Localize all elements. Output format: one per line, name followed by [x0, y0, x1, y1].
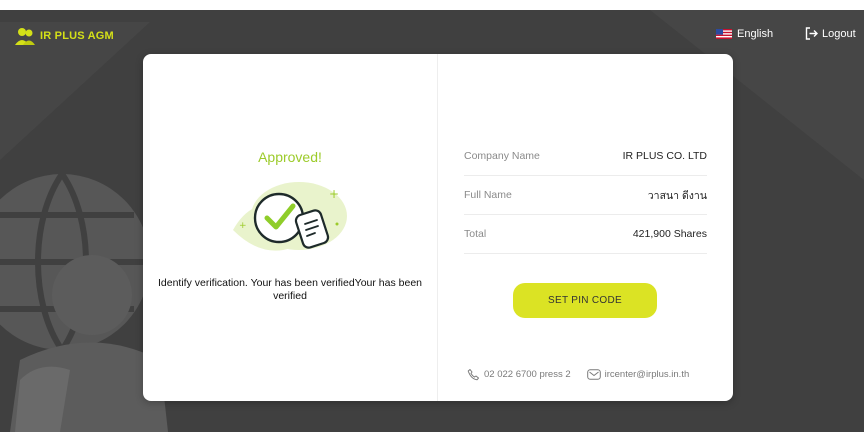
- full-name-label: Full Name: [464, 189, 512, 201]
- logo[interactable]: IR PLUS AGM: [14, 25, 114, 47]
- logout-icon: [805, 27, 818, 40]
- contact-info: 02 022 6700 press 2 ircenter@irplus.in.t…: [467, 368, 689, 381]
- full-name-value: วาสนา ดีงาน: [647, 189, 707, 202]
- logo-text: IR PLUS AGM: [40, 30, 114, 42]
- approved-title: Approved!: [258, 149, 322, 165]
- svg-text:+: +: [329, 187, 339, 201]
- phone-number[interactable]: 02 022 6700 press 2: [484, 369, 571, 380]
- email-address[interactable]: ircenter@irplus.in.th: [605, 369, 690, 380]
- svg-text:+: +: [239, 221, 247, 231]
- logo-icon: [15, 28, 35, 45]
- verification-card: Approved! + + Identify verification. You…: [143, 54, 733, 401]
- info-row-full-name: Full Name วาสนา ดีงาน: [464, 176, 707, 215]
- info-row-total: Total 421,900 Shares: [464, 215, 707, 254]
- top-bar: IR PLUS AGM English Logout: [0, 10, 864, 54]
- verification-message: Identify verification. Your has been ver…: [157, 277, 423, 302]
- phone-icon: [467, 369, 479, 381]
- info-row-company: Company Name IR PLUS CO. LTD: [464, 137, 707, 176]
- company-name-label: Company Name: [464, 150, 540, 162]
- language-label: English: [737, 28, 774, 40]
- logout-button[interactable]: Logout: [805, 27, 856, 40]
- verified-document-icon: + +: [233, 182, 347, 251]
- total-label: Total: [464, 228, 487, 240]
- company-name-value: IR PLUS CO. LTD: [622, 150, 707, 162]
- set-pin-code-button[interactable]: SET PIN CODE: [513, 283, 657, 318]
- card-divider: [437, 54, 438, 401]
- email-icon: [586, 369, 601, 380]
- us-flag-icon: [716, 29, 732, 39]
- total-value: 421,900 Shares: [632, 228, 707, 240]
- logout-label: Logout: [822, 27, 856, 40]
- language-selector[interactable]: English: [716, 28, 773, 40]
